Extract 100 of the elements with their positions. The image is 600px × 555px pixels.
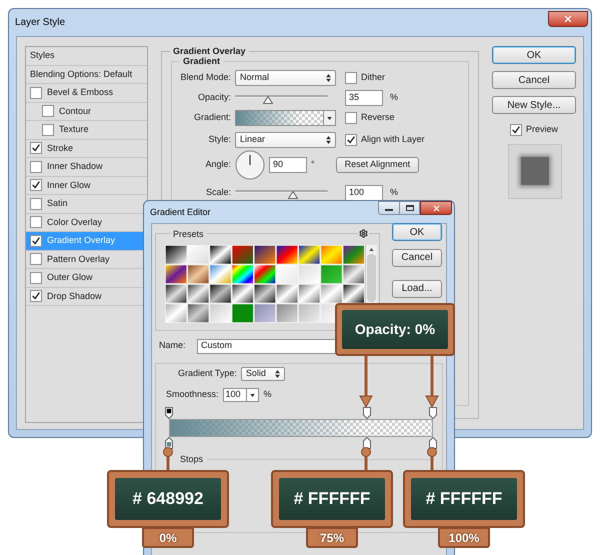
gradient-preview[interactable] bbox=[236, 111, 323, 125]
gradient-preset-swatch[interactable] bbox=[320, 264, 342, 284]
settings-icon[interactable] bbox=[358, 229, 369, 238]
gradient-preset-swatch[interactable] bbox=[232, 245, 254, 264]
scale-slider[interactable] bbox=[235, 187, 328, 199]
gradient-preset-swatch[interactable] bbox=[254, 304, 276, 323]
style-item[interactable]: Bevel & Emboss bbox=[26, 84, 147, 102]
gradient-preset-swatch[interactable] bbox=[298, 284, 320, 304]
opacity-field[interactable]: 35 bbox=[345, 90, 383, 106]
checkbox[interactable] bbox=[42, 124, 54, 136]
style-item[interactable]: Inner Shadow bbox=[26, 158, 147, 176]
checkbox[interactable] bbox=[30, 142, 42, 154]
opacity-slider[interactable] bbox=[235, 92, 328, 104]
dialog-button[interactable]: OK bbox=[492, 46, 576, 64]
checkbox[interactable] bbox=[345, 112, 357, 124]
gradient-preset-swatch[interactable] bbox=[320, 245, 342, 264]
preview-swatch bbox=[508, 144, 562, 198]
style-select[interactable]: Linear bbox=[235, 132, 336, 148]
gradient-preset-swatch[interactable] bbox=[187, 284, 210, 304]
gradient-preset-swatch[interactable] bbox=[187, 304, 210, 323]
gradient-preset-swatch[interactable] bbox=[276, 264, 298, 284]
color-stop[interactable] bbox=[429, 437, 437, 449]
checkbox[interactable] bbox=[30, 179, 42, 192]
style-item[interactable]: Inner Glow bbox=[26, 176, 147, 195]
location-text: 100% bbox=[448, 530, 480, 546]
gradient-preset-swatch[interactable] bbox=[342, 284, 365, 304]
checkbox[interactable] bbox=[42, 105, 54, 118]
scale-field[interactable]: 100 bbox=[345, 185, 383, 201]
checkbox[interactable] bbox=[30, 272, 42, 284]
gradient-preset-swatch[interactable] bbox=[342, 245, 365, 264]
style-item[interactable]: Texture bbox=[26, 121, 147, 140]
color-stop[interactable] bbox=[363, 437, 371, 449]
gradient-type-select[interactable]: Solid bbox=[240, 367, 285, 381]
slider-thumb[interactable] bbox=[262, 96, 273, 104]
unit-label: % bbox=[390, 91, 398, 104]
gradient-preset-swatch[interactable] bbox=[187, 245, 210, 264]
checkbox[interactable] bbox=[30, 290, 42, 302]
close-button[interactable] bbox=[420, 201, 452, 215]
style-item[interactable]: Stroke bbox=[26, 140, 147, 158]
caret-up-icon[interactable] bbox=[369, 248, 374, 251]
checkbox[interactable] bbox=[345, 134, 357, 146]
dialog-button[interactable]: Cancel bbox=[492, 71, 576, 89]
blend-mode-select[interactable]: Normal bbox=[235, 70, 336, 86]
checkbox[interactable] bbox=[345, 72, 357, 84]
checkbox[interactable] bbox=[30, 216, 42, 228]
close-button[interactable] bbox=[548, 10, 588, 26]
gradient-preset-swatch[interactable] bbox=[254, 284, 276, 304]
opacity-stop[interactable] bbox=[165, 407, 173, 419]
gradient-preset-swatch[interactable] bbox=[187, 264, 210, 284]
maximize-button[interactable] bbox=[400, 201, 420, 215]
gradient-preset-swatch[interactable] bbox=[254, 245, 276, 264]
checkbox-label: Preview bbox=[526, 123, 558, 136]
gradient-preset-swatch[interactable] bbox=[210, 264, 232, 284]
gradient-preset-swatch[interactable] bbox=[276, 284, 298, 304]
checkbox[interactable] bbox=[30, 86, 42, 99]
gradient-preset-swatch[interactable] bbox=[298, 245, 320, 264]
window-title: Gradient Editor bbox=[150, 206, 211, 219]
dialog-button[interactable]: OK bbox=[392, 223, 442, 241]
window-title: Layer Style bbox=[15, 16, 66, 30]
gradient-preset-swatch[interactable] bbox=[165, 304, 187, 323]
dialog-button[interactable]: New Style... bbox=[492, 96, 576, 114]
color-stop[interactable] bbox=[165, 437, 173, 449]
gradient-preset-swatch[interactable] bbox=[210, 304, 232, 323]
gradient-preset-swatch[interactable] bbox=[298, 264, 320, 284]
gradient-picker[interactable] bbox=[235, 110, 336, 126]
dialog-button[interactable]: Load... bbox=[392, 280, 442, 298]
gradient-preset-swatch[interactable] bbox=[232, 264, 254, 284]
gradient-preset-swatch[interactable] bbox=[254, 264, 276, 284]
style-label: Styles bbox=[30, 49, 55, 62]
checkbox[interactable] bbox=[30, 198, 42, 210]
checkbox[interactable] bbox=[30, 253, 42, 266]
gradient-preset-swatch[interactable] bbox=[165, 284, 187, 304]
gradient-preset-swatch[interactable] bbox=[232, 304, 254, 323]
gradient-preset-swatch[interactable] bbox=[276, 304, 298, 323]
smoothness-field[interactable]: 100 bbox=[222, 388, 259, 402]
gradient-preset-swatch[interactable] bbox=[276, 245, 298, 264]
field-label: Gradient: bbox=[192, 111, 232, 124]
style-item[interactable]: Blending Options: Default bbox=[26, 66, 147, 84]
angle-dial[interactable] bbox=[235, 150, 265, 180]
dropdown-icon bbox=[327, 116, 332, 120]
field-label: Blend Mode: bbox=[179, 71, 232, 84]
dialog-button[interactable]: Cancel bbox=[392, 248, 442, 266]
checkbox[interactable] bbox=[510, 124, 522, 136]
gradient-preset-swatch[interactable] bbox=[210, 284, 232, 304]
checkbox[interactable] bbox=[30, 160, 42, 173]
reset-alignment-button[interactable]: Reset Alignment bbox=[336, 157, 420, 173]
gradient-preset-swatch[interactable] bbox=[320, 284, 342, 304]
callout-text: # 648992 bbox=[132, 488, 204, 510]
gradient-preset-swatch[interactable] bbox=[210, 245, 232, 264]
gradient-preset-swatch[interactable] bbox=[342, 264, 365, 284]
angle-field[interactable]: 90 bbox=[269, 157, 307, 173]
checkbox[interactable] bbox=[30, 234, 42, 247]
unit-label: % bbox=[264, 388, 272, 402]
gradient-preset-swatch[interactable] bbox=[298, 304, 320, 323]
style-label: Outer Glow bbox=[47, 271, 93, 284]
gradient-preset-swatch[interactable] bbox=[232, 284, 254, 304]
style-item[interactable]: Contour bbox=[26, 102, 147, 121]
gradient-preset-swatch[interactable] bbox=[165, 264, 187, 284]
minimize-button[interactable] bbox=[378, 201, 400, 215]
gradient-preset-swatch[interactable] bbox=[165, 245, 187, 264]
